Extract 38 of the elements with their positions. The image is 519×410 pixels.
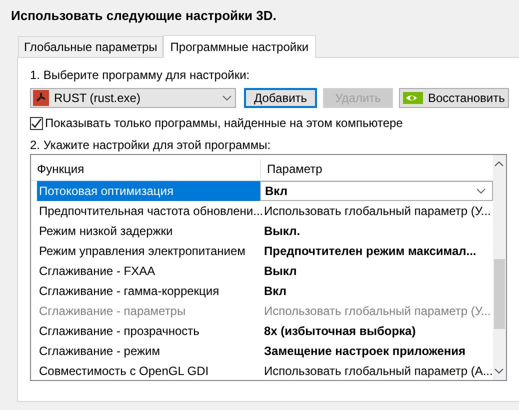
column-header[interactable]: Параметр xyxy=(261,159,322,179)
function-cell[interactable]: Потоковая оптимизация xyxy=(37,181,260,201)
function-cell[interactable]: Сглаживание - гамма-коррекция xyxy=(37,281,260,301)
function-cell[interactable]: Режим низкой задержки xyxy=(37,221,260,241)
restore-button[interactable]: Восстановить xyxy=(399,88,509,108)
scroll-up-icon[interactable] xyxy=(494,161,504,167)
eye-logo-icon xyxy=(403,92,423,104)
tab[interactable]: Глобальные параметры xyxy=(18,36,164,57)
caret-icon xyxy=(222,95,232,101)
value-cell-text: Замещение настроек приложения xyxy=(263,343,467,360)
value-cell-text: Использовать глобальный параметр (У... xyxy=(263,203,492,220)
value-cell-text: Использовать глобальный параметр (У... xyxy=(263,303,492,320)
value-cell-text: Выкл xyxy=(263,263,298,280)
app-icon xyxy=(33,90,49,106)
show-only-found-checkbox[interactable]: Показывать только программы, найденные на этом компьютере xyxy=(30,115,519,131)
step-label: 1. Выберите программу для настройки: xyxy=(30,68,251,84)
value-cell-text: 8x (избыточная выборка) xyxy=(263,323,417,340)
step-label: 2. Укажите настройки для этой программы: xyxy=(30,138,272,154)
action-button[interactable]: Добавить xyxy=(244,88,317,108)
value-cell-text: Выкл. xyxy=(263,223,302,240)
scroll-down-icon[interactable] xyxy=(494,368,504,374)
value-cell-text: Использовать глобальный параметр (А... xyxy=(263,363,493,380)
function-cell[interactable]: Совместимость с OpenGL GDI xyxy=(37,361,260,381)
caret-icon xyxy=(476,188,486,194)
function-cell[interactable]: Сглаживание - прозрачность xyxy=(37,321,260,341)
function-cell[interactable]: Режим управления электропитанием xyxy=(37,241,260,261)
function-cell[interactable]: Сглаживание - FXAA xyxy=(37,261,260,281)
check-icon xyxy=(31,118,42,128)
tab[interactable]: Программные настройки xyxy=(163,35,316,58)
value-dropdown[interactable]: Вкл xyxy=(260,181,493,201)
program-dropdown[interactable]: RUST (rust.exe) xyxy=(30,88,236,108)
page-heading: Использовать следующие настройки 3D. xyxy=(10,7,278,25)
function-cell[interactable]: Предпочтительная частота обновлени... xyxy=(37,201,260,221)
value-cell-text: Предпочтителен режим максимал... xyxy=(263,243,478,260)
scrollbar[interactable] xyxy=(492,155,506,380)
column-header[interactable]: Функция xyxy=(31,159,261,179)
function-cell[interactable]: Сглаживание - режим xyxy=(37,341,260,361)
value-cell-text: Вкл xyxy=(263,283,288,300)
